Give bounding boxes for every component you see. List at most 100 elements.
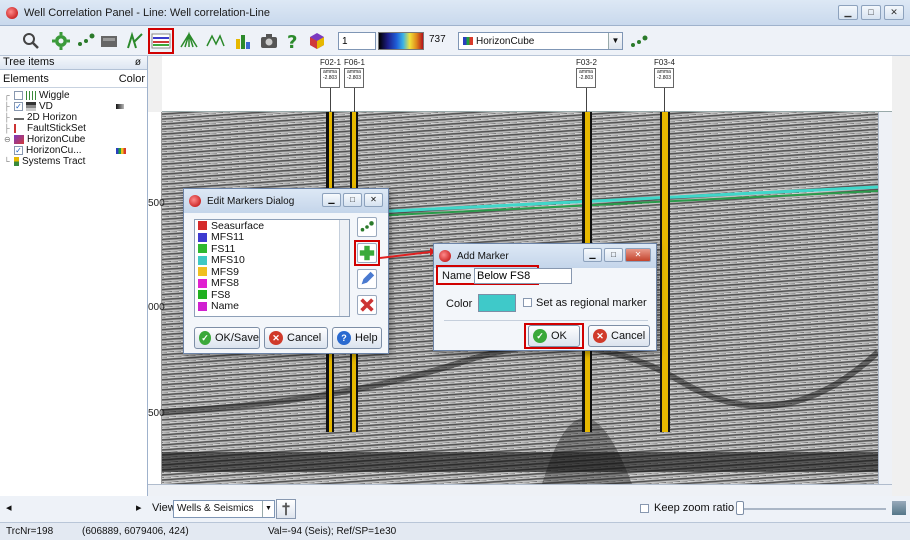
add-marker-ok-button[interactable]: ✓ OK: [528, 325, 580, 347]
marker-name-input[interactable]: [474, 268, 572, 284]
systems-tract-icon: [14, 157, 19, 166]
regional-marker-checkbox[interactable]: [523, 298, 532, 307]
keep-zoom-checkbox[interactable]: [640, 504, 649, 513]
edit-markers-title: Edit Markers Dialog: [207, 195, 295, 207]
well-log-header[interactable]: amma -2.803: [344, 68, 364, 88]
well-log-header[interactable]: amma -2.803: [654, 68, 674, 88]
marker-list-scrollbar[interactable]: [339, 220, 349, 316]
well-log-header[interactable]: amma -2.803: [320, 68, 340, 88]
well-log-header[interactable]: amma -2.803: [576, 68, 596, 88]
horizon-pick-icon[interactable]: [204, 30, 226, 52]
dialog-icon: [189, 195, 201, 207]
seismic-vscrollbar[interactable]: [878, 112, 892, 484]
marker-list[interactable]: Seasurface MFS11 FS11 MFS10 MFS9 MFS8 FS…: [194, 219, 350, 317]
status-bar: TrcNr=198 (606889, 6079406, 424) Val=-94…: [0, 522, 910, 540]
settings-icon[interactable]: [50, 30, 72, 52]
camera-icon[interactable]: [258, 30, 280, 52]
marker-color-swatch: [198, 290, 207, 300]
well-stem: [354, 88, 355, 112]
ok-save-button[interactable]: ✓ OK/Save: [194, 327, 260, 349]
dialog-maximize-button[interactable]: □: [343, 193, 362, 207]
seismic-icon[interactable]: [98, 30, 120, 52]
help-button[interactable]: ? Help: [332, 327, 382, 349]
tree-item-wiggle[interactable]: ┌ Wiggle: [4, 90, 147, 101]
add-marker-title: Add Marker: [457, 250, 509, 262]
cancel-icon: ✕: [269, 331, 283, 345]
wiggle-checkbox[interactable]: [14, 91, 23, 100]
dialog-minimize-button[interactable]: ▁: [322, 193, 341, 207]
display-icon[interactable]: [124, 30, 146, 52]
marker-item[interactable]: MFS8: [195, 277, 349, 289]
help-circle-icon: ?: [337, 331, 351, 345]
minimize-button[interactable]: ▁: [838, 5, 858, 20]
marker-item[interactable]: MFS11: [195, 231, 349, 243]
tree-item-vd[interactable]: ├ ✓ VD: [4, 101, 147, 112]
tree-item-systems-tract[interactable]: └ Systems Tract: [4, 156, 147, 167]
dialog-minimize-button[interactable]: ▁: [583, 248, 602, 262]
horizoncube-tree-icon: [14, 135, 24, 144]
marker-item[interactable]: MFS10: [195, 254, 349, 266]
dialog-close-button[interactable]: ✕: [625, 248, 651, 262]
well-stem: [330, 88, 331, 112]
tree-item-horizoncube[interactable]: ⊖ HorizonCube: [4, 134, 147, 145]
tree-item-horizoncube-child[interactable]: ✓ HorizonCu...: [4, 145, 147, 156]
marker-item[interactable]: Name: [195, 300, 349, 312]
scroll-right-arrow[interactable]: ▸: [136, 501, 142, 514]
pin-icon[interactable]: ø: [135, 56, 141, 69]
markers-icon[interactable]: [148, 28, 174, 54]
marker-item[interactable]: Seasurface: [195, 220, 349, 232]
dialog-close-button[interactable]: ✕: [364, 193, 383, 207]
wiggle-icon: [26, 91, 36, 100]
tree-item-faultstickset[interactable]: ├ FaultStickSet: [4, 123, 147, 134]
keep-zoom-label: Keep zoom ratio: [654, 502, 735, 514]
wells-marker-button[interactable]: [357, 217, 377, 237]
tree-item-2d-horizon[interactable]: ├ 2D Horizon: [4, 112, 147, 123]
check-icon: ✓: [199, 331, 211, 345]
help-icon[interactable]: ?: [282, 30, 304, 53]
horizon-fan-icon[interactable]: [178, 30, 200, 52]
chevron-down-icon[interactable]: ▼: [608, 33, 622, 49]
close-button[interactable]: ✕: [884, 5, 904, 20]
seismic-hscrollbar[interactable]: [148, 484, 892, 496]
remove-marker-button[interactable]: [357, 295, 377, 315]
dialog-maximize-button[interactable]: □: [604, 248, 623, 262]
view-settings-button[interactable]: [276, 499, 296, 519]
maximize-button[interactable]: □: [861, 5, 881, 20]
marker-color-swatch: [198, 278, 207, 288]
marker-color-swatch: [198, 267, 207, 277]
more-icon[interactable]: [628, 30, 650, 52]
edit-marker-button[interactable]: [357, 269, 377, 289]
separator: [444, 320, 648, 321]
view-select[interactable]: Wells & Seismics ▼: [173, 500, 275, 518]
scroll-left-arrow[interactable]: ◂: [6, 501, 12, 514]
zoom-icon[interactable]: [20, 30, 42, 52]
vd-color-swatch: [116, 104, 124, 109]
marker-item[interactable]: MFS9: [195, 266, 349, 278]
horizoncube-select[interactable]: HorizonCube ▼: [458, 32, 623, 50]
cube-icon[interactable]: [306, 30, 328, 52]
wells-icon[interactable]: [74, 30, 96, 52]
zoom-slider-handle[interactable]: [736, 501, 744, 515]
add-marker-cancel-button[interactable]: ✕ Cancel: [588, 325, 650, 347]
tree-title: Tree items: [3, 56, 55, 68]
faultstick-icon: [14, 124, 24, 133]
chevron-down-icon[interactable]: ▼: [262, 501, 274, 517]
col-color: Color: [118, 73, 145, 85]
min-value-field[interactable]: [338, 32, 376, 50]
pointer-arrow: [379, 248, 436, 259]
chart-icon[interactable]: [232, 30, 254, 52]
bottom-toolbar: ◂ ▸ View Wells & Seismics ▼ Keep zoom ra…: [0, 496, 910, 522]
zoom-icon-small[interactable]: [892, 501, 906, 515]
cancel-button[interactable]: ✕ Cancel: [264, 327, 328, 349]
marker-item[interactable]: FS11: [195, 243, 349, 255]
marker-color-swatch: [198, 255, 207, 265]
app-icon: [6, 6, 18, 19]
color-scale-bar[interactable]: [378, 32, 424, 50]
well-header-strip: F02-1 F06-1 F03-2 F03-4 amma -2.803 amma…: [162, 56, 892, 112]
zoom-slider-track[interactable]: [744, 508, 886, 510]
marker-color-button[interactable]: [478, 294, 516, 312]
marker-item[interactable]: FS8: [195, 289, 349, 301]
vd-checkbox[interactable]: ✓: [14, 102, 23, 111]
well-name: F06-1: [344, 58, 365, 67]
horizoncube-child-checkbox[interactable]: ✓: [14, 146, 23, 155]
